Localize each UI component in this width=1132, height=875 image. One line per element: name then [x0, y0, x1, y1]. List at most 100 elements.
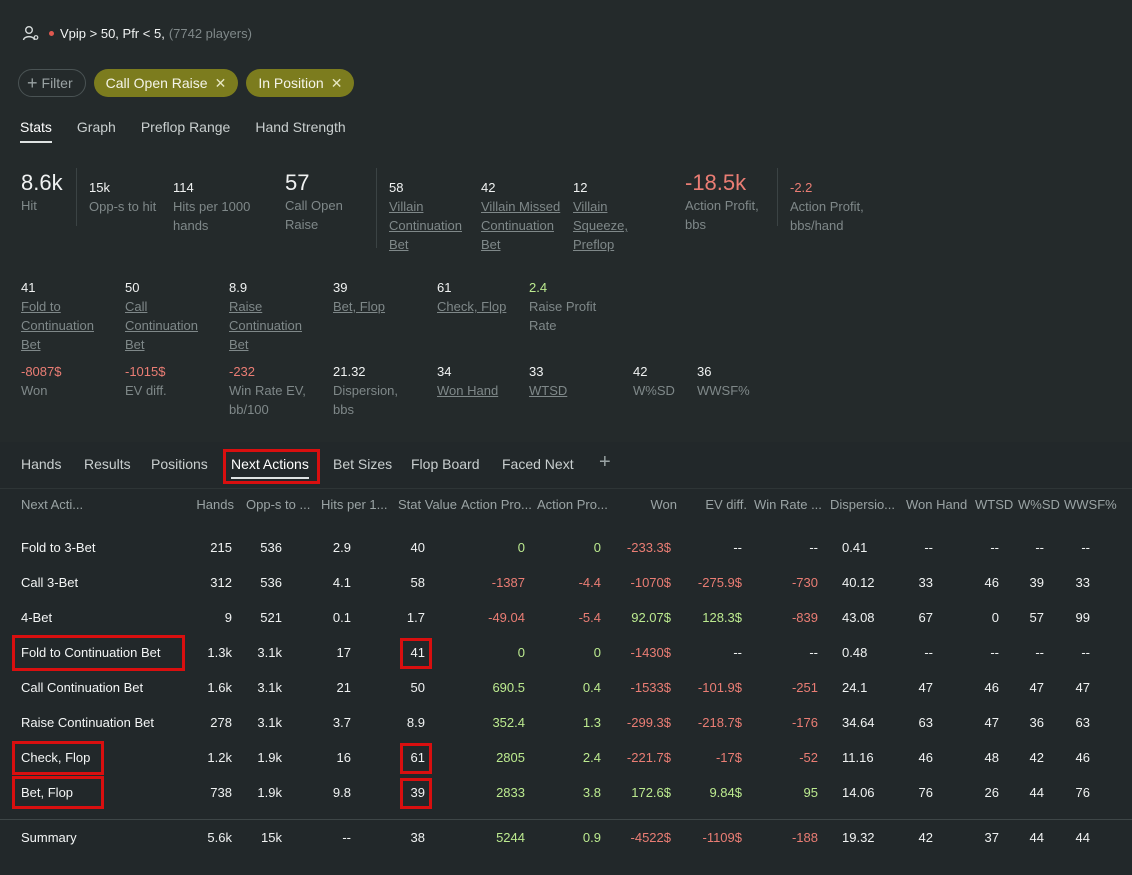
table-cell: 39 [1029, 575, 1044, 590]
chip-label: Call Open Raise [105, 75, 208, 91]
col-header[interactable]: Win Rate ... [754, 497, 822, 512]
table-cell: 0.48 [842, 645, 868, 660]
col-header[interactable]: W%SD [1018, 497, 1060, 512]
tab-next-actions[interactable]: Next Actions [231, 456, 309, 472]
table-cell: -1533$ [630, 680, 671, 695]
tab-preflop-range[interactable]: Preflop Range [141, 119, 231, 143]
stat-villain-squeeze[interactable]: 12 Villain Squeeze, Preflop [573, 178, 628, 254]
users-settings-icon[interactable] [22, 24, 40, 42]
stat-action-profit: -18.5k Action Profit, bbs [685, 170, 759, 232]
tab-results[interactable]: Results [84, 456, 131, 472]
filter-bar: + Filter Call Open Raise ✕ In Position ✕ [18, 69, 355, 97]
table-cell: -- [342, 830, 351, 845]
table-cell: 38 [410, 830, 425, 845]
table-cell: 0.9 [582, 830, 601, 845]
stat-raise-profit: 2.4 Raise Profit Rate [529, 280, 597, 333]
col-header[interactable]: Won Hand [906, 497, 967, 512]
col-header[interactable]: Hits per 1... [321, 497, 387, 512]
stat-won-hand[interactable]: 34 Won Hand [437, 362, 498, 400]
tab-hand-strength[interactable]: Hand Strength [255, 119, 345, 143]
table-row[interactable]: Bet, Flop 738 1.9k 9.8 39 2833 3.8 172.6$ 9.84$ 9… [0, 776, 1132, 811]
add-tab-plus-icon[interactable]: + [599, 451, 611, 474]
col-header[interactable]: Opp-s to ... [246, 497, 310, 512]
table-row[interactable]: Call Continuation Bet 1.6k 3.1k 21 50 690.5 0.… [0, 671, 1132, 706]
col-header[interactable]: Next Acti... [21, 497, 83, 512]
table-cell: 36 [1029, 715, 1044, 730]
table-cell: 33 [918, 575, 933, 590]
table-cell: -4522$ [630, 830, 671, 845]
stat-raise-cbet[interactable]: 8.9 Raise Continuation Bet [229, 278, 302, 354]
col-header[interactable]: EV diff. [705, 497, 747, 512]
row-label: Call Continuation Bet [21, 680, 144, 695]
filter-chip-in-position[interactable]: In Position ✕ [246, 69, 355, 97]
table-cell: 24.1 [842, 680, 868, 695]
table-cell: -221.7$ [626, 750, 671, 765]
stat-check-flop[interactable]: 61 Check, Flop [437, 278, 506, 316]
table-cell: 9.84$ [709, 785, 742, 800]
table-cell: 1.3k [207, 645, 232, 660]
table-cell: -730 [791, 575, 818, 590]
table-cell: 92.07$ [631, 610, 671, 625]
tab-positions[interactable]: Positions [151, 456, 208, 472]
table-row[interactable]: 4-Bet 9 521 0.1 1.7 -49.04 -5.4 92.07$ 128.3$ -83… [0, 601, 1132, 636]
chip-label: In Position [258, 75, 324, 91]
stat-villain-cbet[interactable]: 58 Villain Continuation Bet [389, 178, 462, 254]
summary-row[interactable]: Summary 5.6k 15k -- 38 5244 0.9 -4522$ -1109$ -18… [0, 821, 1132, 856]
table-cell: -4.4 [578, 575, 601, 590]
col-header[interactable]: WWSF% [1064, 497, 1117, 512]
table-cell: 58 [410, 575, 425, 590]
table-row[interactable]: Check, Flop 1.2k 1.9k 16 61 2805 2.4 -221.7$ -17… [0, 741, 1132, 776]
stat-action-profit-hand: -2.2 Action Profit, bbs/hand [790, 180, 864, 233]
table-cell: 42 [918, 830, 933, 845]
col-header[interactable]: Dispersio... [830, 497, 895, 512]
table-cell: 536 [260, 575, 282, 590]
add-filter-button[interactable]: + Filter [18, 69, 86, 97]
table-cell: 1.7 [406, 610, 425, 625]
col-header[interactable]: WTSD [975, 497, 1013, 512]
table-row[interactable]: Call 3-Bet 312 536 4.1 58 -1387 -4.4 -1070$ -275… [0, 566, 1132, 601]
table-cell: 46 [984, 680, 999, 695]
table-cell: 40 [410, 540, 425, 555]
table-cell: 76 [1075, 785, 1090, 800]
table-cell: 63 [918, 715, 933, 730]
table-cell: 3.1k [257, 645, 282, 660]
table-cell: 57 [1029, 610, 1044, 625]
table-cell: 3.7 [332, 715, 351, 730]
stat-villain-missed-cbet[interactable]: 42 Villain Missed Continuation Bet [481, 178, 560, 254]
table-cell: 8.9 [406, 715, 425, 730]
close-icon[interactable]: ✕ [331, 75, 343, 92]
plus-icon: + [27, 73, 38, 93]
tab-faced-next[interactable]: Faced Next [502, 456, 574, 472]
table-row[interactable]: Raise Continuation Bet 278 3.1k 3.7 8.9 352.4… [0, 706, 1132, 741]
table-cell: 215 [210, 540, 232, 555]
tab-graph[interactable]: Graph [77, 119, 116, 143]
table-row[interactable]: Fold to Continuation Bet 1.3k 3.1k 17 41 0 0 -1… [0, 636, 1132, 671]
stat-bet-flop[interactable]: 39 Bet, Flop [333, 278, 385, 316]
table-cell: 1.9k [257, 785, 282, 800]
table-cell: -233.3$ [626, 540, 671, 555]
top-tabs: Stats Graph Preflop Range Hand Strength [20, 119, 371, 143]
col-header[interactable]: Stat Value [398, 497, 457, 512]
table-cell: 26 [984, 785, 999, 800]
tab-stats[interactable]: Stats [20, 119, 52, 143]
col-header[interactable]: Action Pro... [537, 497, 608, 512]
tab-hands[interactable]: Hands [21, 456, 61, 472]
col-header[interactable]: Action Pro... [461, 497, 532, 512]
active-tab-underline [231, 477, 309, 479]
tab-bet-sizes[interactable]: Bet Sizes [333, 456, 392, 472]
row-label: Summary [21, 830, 77, 845]
tab-flop-board[interactable]: Flop Board [411, 456, 479, 472]
row-label: Raise Continuation Bet [21, 715, 154, 730]
col-header[interactable]: Hands [196, 497, 234, 512]
table-row[interactable]: Fold to 3-Bet 215 536 2.9 40 0 0 -233.3$ -- -- 0.4… [0, 531, 1132, 566]
table-cell: 536 [260, 540, 282, 555]
close-icon[interactable]: ✕ [215, 75, 227, 92]
stat-call-cbet[interactable]: 50 Call Continuation Bet [125, 278, 198, 354]
table-cell: 33 [1075, 575, 1090, 590]
table-cell: 34.64 [842, 715, 875, 730]
col-header[interactable]: Won [651, 497, 678, 512]
stat-wtsd[interactable]: 33 WTSD [529, 362, 567, 400]
table-cell: 43.08 [842, 610, 875, 625]
stat-fold-to-cbet[interactable]: 41 Fold to Continuation Bet [21, 278, 94, 354]
filter-chip-call-open-raise[interactable]: Call Open Raise ✕ [93, 69, 239, 97]
